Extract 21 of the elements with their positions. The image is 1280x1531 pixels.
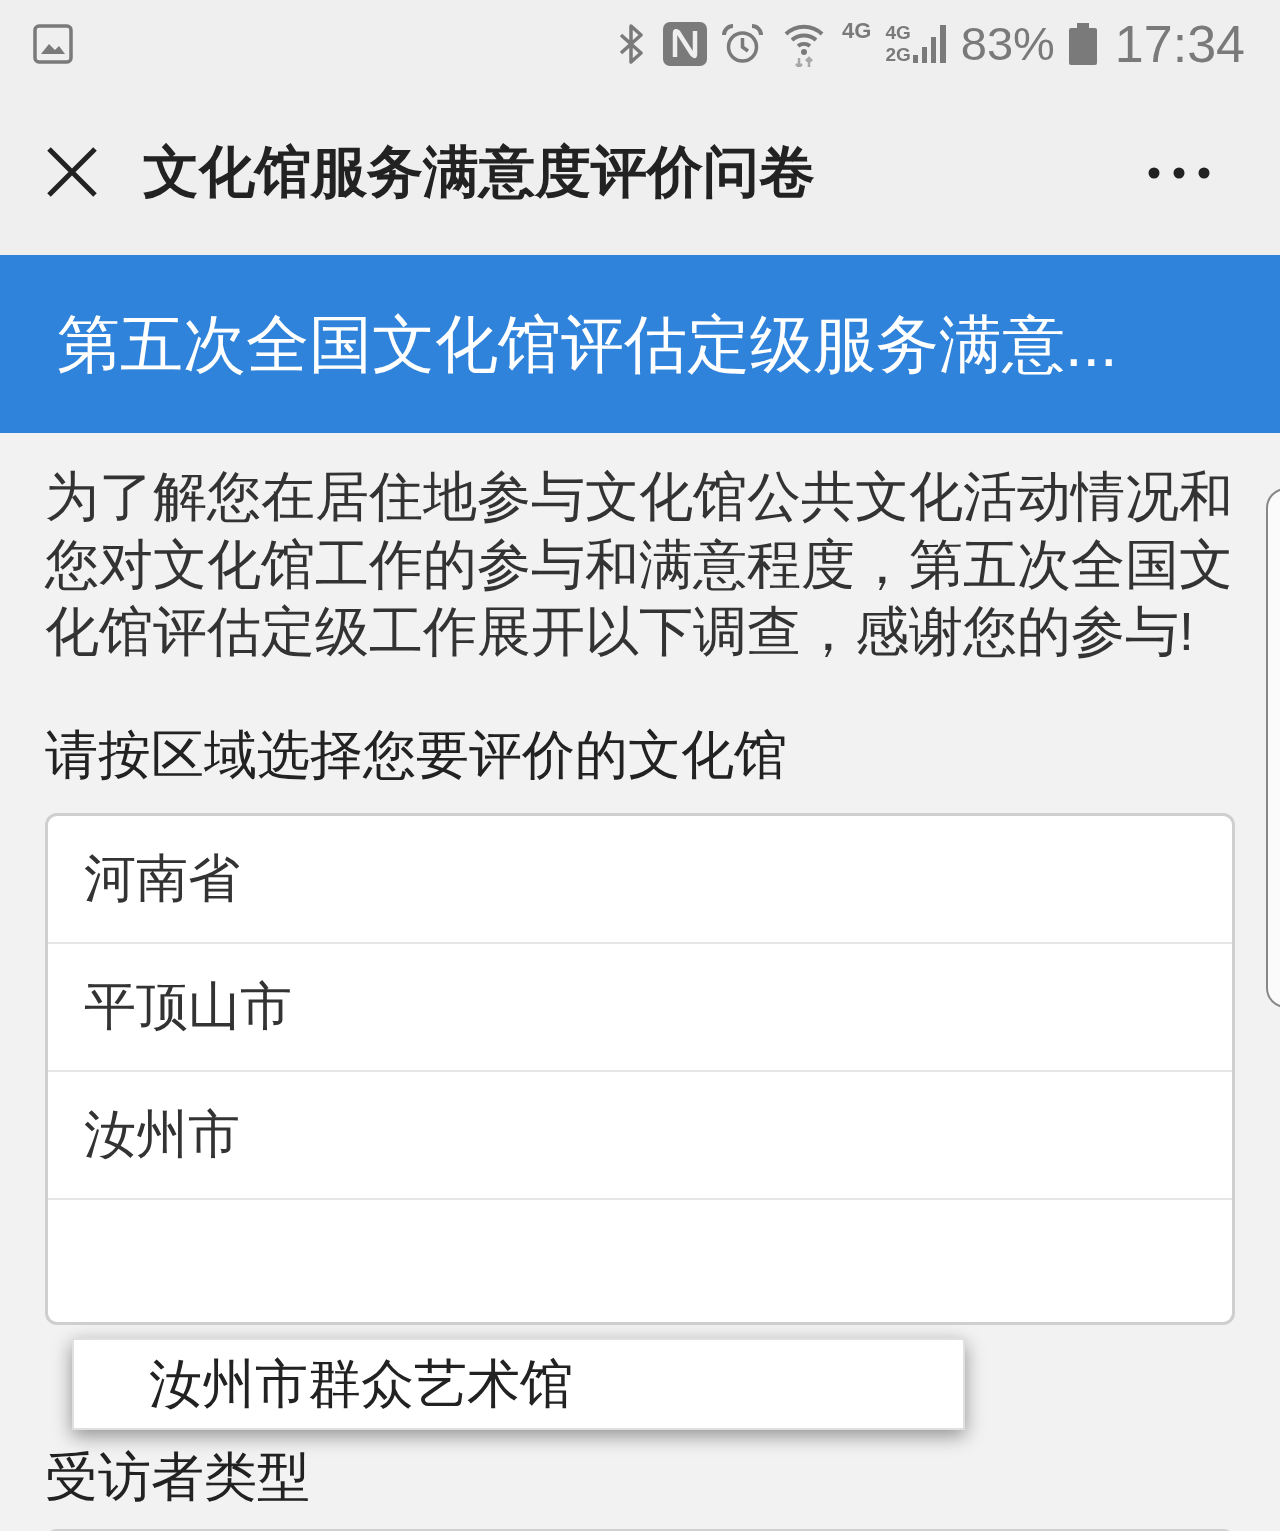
alarm-clock-icon (721, 22, 765, 66)
list-option[interactable]: 河南省 (48, 815, 1232, 944)
network-type-label: 4G (842, 18, 872, 44)
network-type-label: 4G (885, 22, 911, 44)
list-option[interactable]: 汝州市 (48, 1071, 1232, 1200)
survey-title: 第五次全国文化馆评估定级服务满意... (57, 308, 1118, 381)
intro-text: 为了解您在居住地参与文化馆公共文化活动情况和您对文化馆工作的参与和满意程度，第五次全国文化馆评估定级工作展开以下调查，感谢您的参与! (45, 466, 1234, 663)
network-type-label: 2G (885, 44, 911, 66)
clock-time: 17:34 (1114, 14, 1245, 74)
question-label: 请按区域选择您要评价的文化馆 (45, 723, 787, 786)
battery-icon (1068, 23, 1097, 65)
close-icon[interactable] (47, 146, 97, 197)
battery-percentage: 83% (960, 17, 1055, 71)
question-label: 受访者类型 (45, 1445, 310, 1508)
menu-item[interactable]: 汝州市群众艺术馆 (149, 1351, 573, 1417)
page-title: 文化馆服务满意度评价问卷 (143, 138, 815, 205)
signal-bars-icon (912, 25, 947, 63)
image-icon (33, 24, 73, 64)
nfc-icon (663, 22, 708, 66)
more-icon[interactable] (1148, 166, 1210, 179)
list-option[interactable]: 平顶山市 (48, 943, 1232, 1072)
